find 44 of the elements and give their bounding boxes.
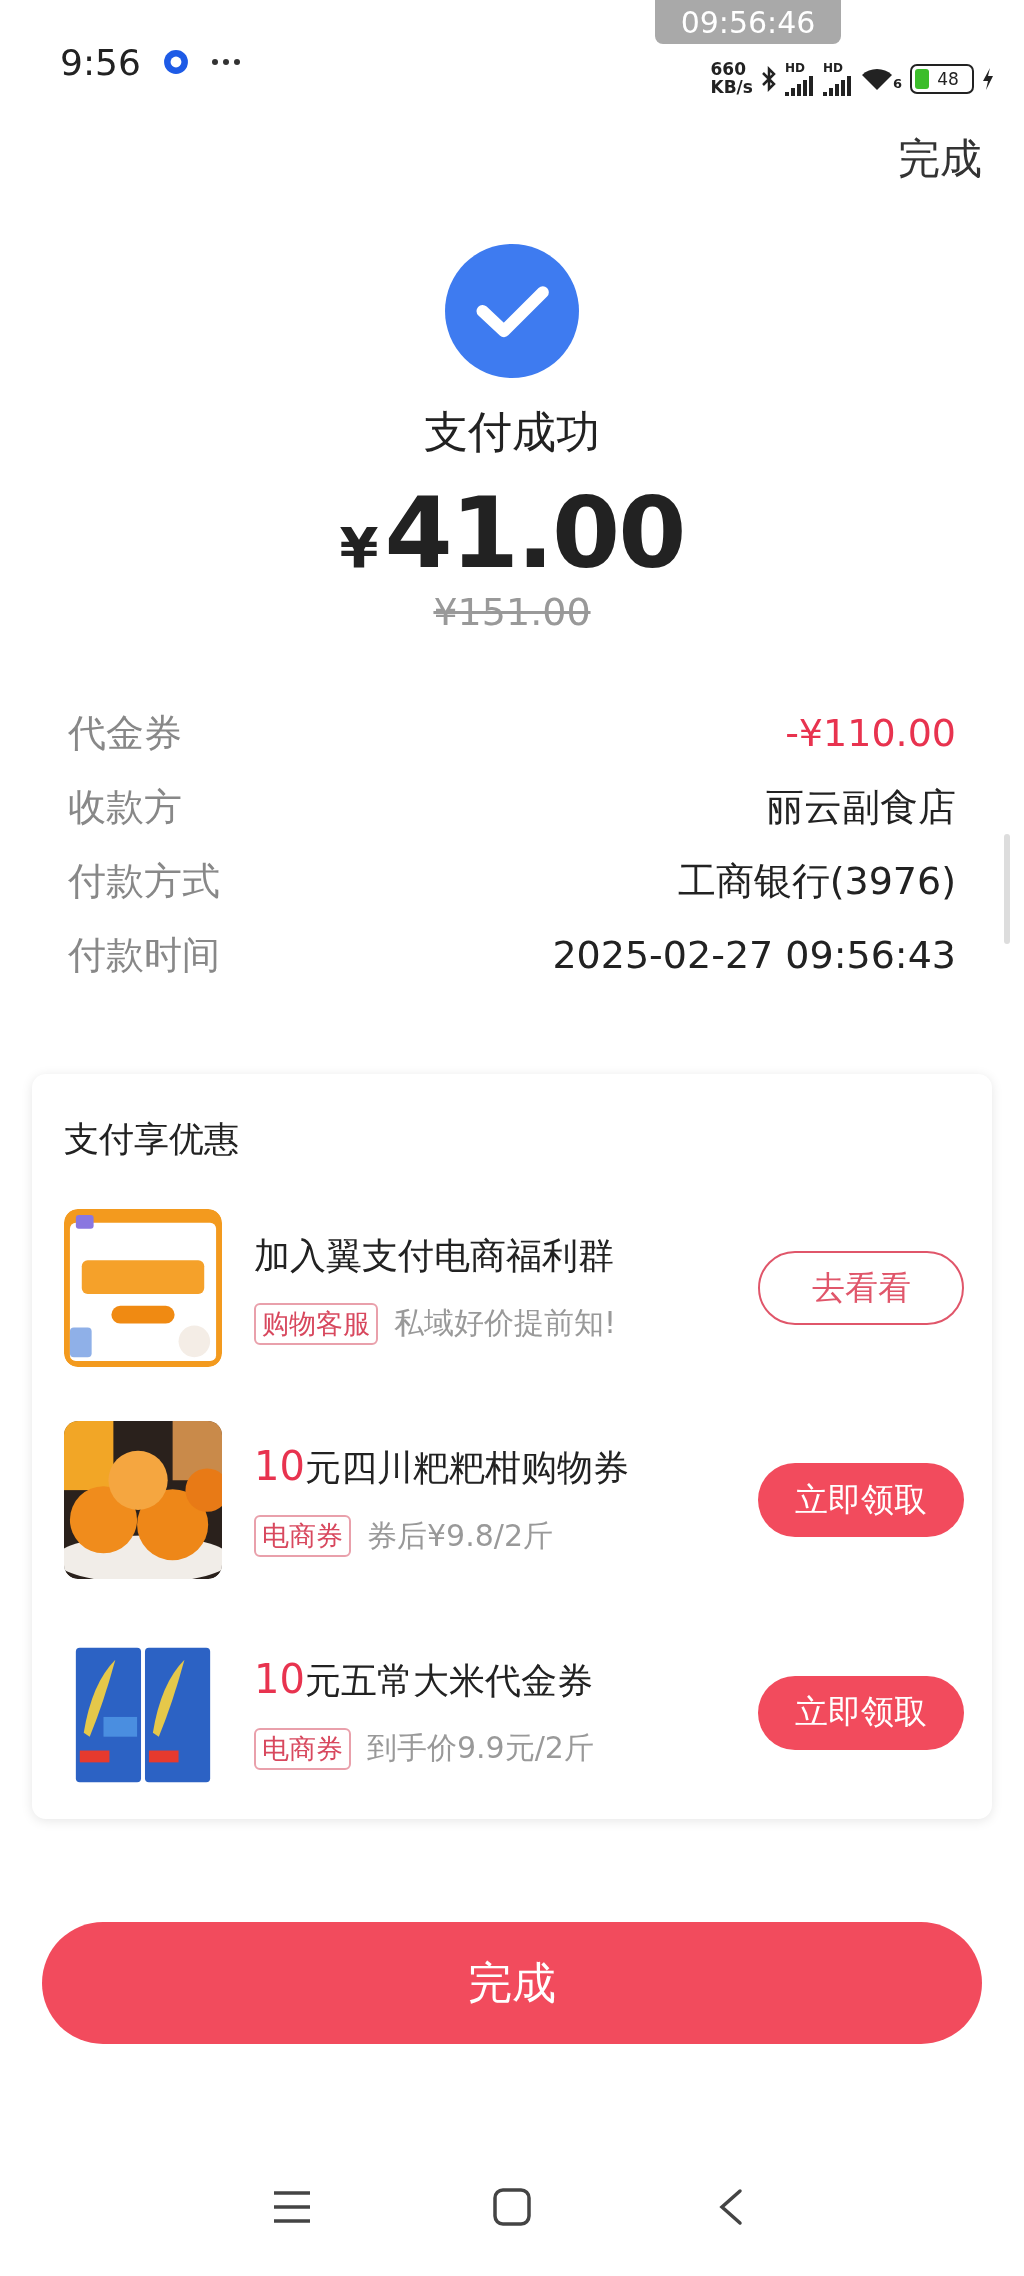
wifi-icon [860, 67, 893, 91]
offer-tag: 电商券 [254, 1727, 351, 1770]
done-button[interactable]: 完成 [42, 1922, 982, 2044]
signal-icon [822, 74, 853, 96]
wifi-label: 6 [892, 76, 902, 91]
home-square-icon[interactable] [492, 2187, 532, 2227]
offer-title: 10元四川粑粑柑购物券 [254, 1443, 630, 1492]
done-link[interactable]: 完成 [898, 124, 982, 194]
detail-label: 收款方 [68, 783, 182, 831]
detail-label: 付款时间 [68, 931, 220, 979]
network-speed: 660 [710, 61, 747, 79]
payment-status: 支付成功 [424, 405, 600, 459]
app-notification-icon [162, 49, 189, 75]
hd-label: HD [784, 62, 805, 74]
offer-title: 10元五常大米代金券 [254, 1655, 594, 1704]
offer-tag: 购物客服 [254, 1302, 378, 1345]
offer-note: 到手价9.9元/2斤 [367, 1729, 594, 1768]
offers-title: 支付享优惠 [64, 1118, 240, 1161]
battery-icon: 48 [910, 64, 974, 94]
success-check-icon [445, 244, 579, 378]
hd-label: HD [822, 62, 843, 74]
detail-label: 代金券 [68, 709, 182, 757]
paid-amount: 41.00 [384, 476, 685, 590]
screenshot-time: 09:56:46 [655, 0, 841, 44]
offer-title: 加入翼支付电商福利群 [254, 1233, 615, 1278]
detail-value: -¥110.00 [785, 711, 956, 755]
detail-value: 工商银行(3976) [677, 857, 956, 905]
original-price: ¥151.00 [433, 590, 591, 634]
detail-value: 2025-02-27 09:56:43 [552, 933, 956, 977]
offer-tag: 电商券 [254, 1515, 351, 1558]
currency-symbol: ¥ [339, 515, 379, 580]
speed-unit: KB/s [710, 79, 753, 97]
detail-value: 丽云副食店 [766, 783, 956, 831]
offer-button[interactable]: 去看看 [758, 1251, 964, 1326]
bluetooth-icon [760, 66, 777, 92]
offer-note: 私域好价提前知! [394, 1304, 617, 1343]
signal-icon [784, 74, 815, 96]
offer-button[interactable]: 立即领取 [758, 1463, 964, 1538]
more-icon [210, 58, 241, 66]
status-time: 9:56 [60, 41, 141, 83]
detail-label: 付款方式 [68, 857, 220, 905]
offer-note: 券后¥9.8/2斤 [367, 1517, 553, 1555]
charging-icon [982, 68, 994, 90]
offer-button[interactable]: 立即领取 [758, 1675, 964, 1750]
